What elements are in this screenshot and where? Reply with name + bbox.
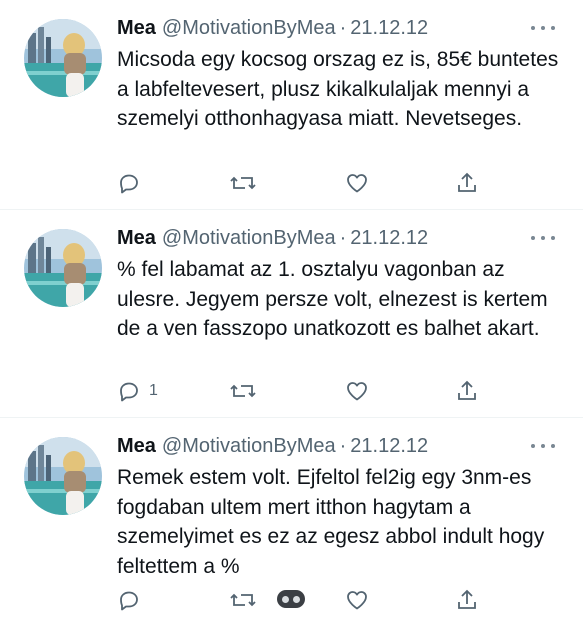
like-button[interactable] [345, 377, 369, 405]
tweet-text: Remek estem volt. Ejfeltol fel2ig egy 3n… [117, 466, 545, 578]
share-button[interactable] [455, 169, 479, 197]
tweet-actions: 1 [117, 377, 477, 405]
reply-button[interactable] [117, 169, 149, 197]
like-button[interactable] [345, 169, 369, 197]
separator: · [339, 226, 347, 249]
tweet-timeline: Mea @MotivationByMea · 21.12.12 Micsoda … [0, 0, 583, 626]
more-icon[interactable] [531, 436, 555, 456]
tweet-date[interactable]: 21.12.12 [350, 227, 428, 250]
more-icon[interactable] [531, 228, 555, 248]
retweet-button[interactable] [230, 169, 256, 197]
author-handle[interactable]: @MotivationByMea [162, 435, 336, 458]
retweet-icon [230, 593, 256, 607]
toggle-pill-icon[interactable] [277, 590, 305, 608]
avatar[interactable] [24, 19, 102, 97]
reply-icon [120, 174, 138, 194]
author-name[interactable]: Mea [117, 17, 156, 40]
reply-icon [120, 382, 138, 402]
tweet-date[interactable]: 21.12.12 [350, 17, 428, 40]
avatar[interactable] [24, 229, 102, 307]
avatar-photo-icon [24, 437, 102, 515]
like-icon [347, 382, 367, 401]
reply-icon [120, 591, 138, 611]
author-name[interactable]: Mea [117, 227, 156, 250]
like-icon [347, 591, 367, 610]
tweet[interactable]: Mea @MotivationByMea · 21.12.12 % fel la… [0, 210, 583, 418]
tweet-header: Mea @MotivationByMea · 21.12.12 [117, 432, 555, 460]
tweet-actions [117, 586, 477, 614]
retweet-icon [230, 384, 256, 398]
tweet[interactable]: Mea @MotivationByMea · 21.12.12 Remek es… [0, 418, 583, 626]
tweet-actions [117, 169, 477, 197]
tweet-text: Micsoda egy kocsog orszag ez is, 85€ bun… [117, 48, 559, 130]
like-icon [347, 174, 367, 193]
tweet-date[interactable]: 21.12.12 [350, 435, 428, 458]
tweet-header: Mea @MotivationByMea · 21.12.12 [117, 224, 555, 252]
tweet[interactable]: Mea @MotivationByMea · 21.12.12 Micsoda … [0, 0, 583, 210]
separator: · [339, 16, 347, 39]
avatar[interactable] [24, 437, 102, 515]
author-handle[interactable]: @MotivationByMea [162, 17, 336, 40]
avatar-photo-icon [24, 19, 102, 97]
retweet-icon [230, 176, 256, 190]
avatar-photo-icon [24, 229, 102, 307]
author-handle[interactable]: @MotivationByMea [162, 227, 336, 250]
reply-button[interactable] [117, 586, 149, 614]
share-icon [458, 380, 476, 400]
share-button[interactable] [455, 377, 479, 405]
tweet-header: Mea @MotivationByMea · 21.12.12 [117, 14, 555, 42]
retweet-button[interactable] [230, 377, 256, 405]
separator: · [339, 434, 347, 457]
share-icon [458, 172, 476, 192]
share-button[interactable] [455, 586, 479, 614]
more-icon[interactable] [531, 18, 555, 38]
retweet-button[interactable] [230, 586, 256, 614]
reply-button[interactable]: 1 [117, 377, 158, 405]
like-button[interactable] [345, 586, 369, 614]
reply-count: 1 [149, 382, 158, 399]
share-icon [458, 589, 476, 609]
author-name[interactable]: Mea [117, 435, 156, 458]
tweet-text: % fel labamat az 1. osztalyu vagonban az… [117, 258, 548, 340]
